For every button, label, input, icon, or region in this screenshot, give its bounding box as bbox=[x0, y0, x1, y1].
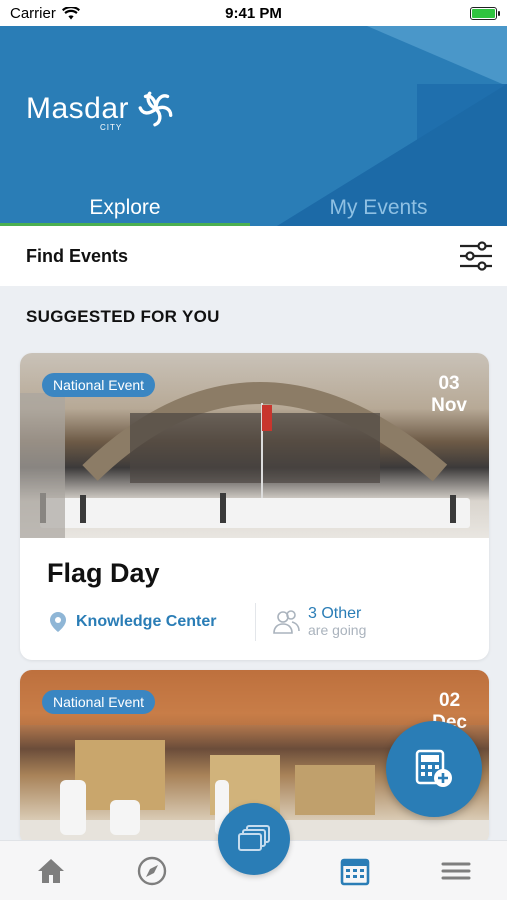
gallery-icon bbox=[238, 825, 270, 851]
nav-explore[interactable] bbox=[122, 849, 182, 893]
nav-home[interactable] bbox=[21, 849, 81, 893]
tab-my-events[interactable]: My Events bbox=[250, 194, 507, 226]
people-icon bbox=[273, 610, 300, 634]
find-events-label: Find Events bbox=[26, 245, 129, 266]
meta-divider bbox=[255, 603, 256, 641]
filter-sliders-icon[interactable] bbox=[459, 241, 493, 271]
event-title: Flag Day bbox=[47, 558, 160, 588]
compass-icon bbox=[137, 856, 167, 885]
event-day: 03 bbox=[438, 373, 460, 394]
event-meta: Knowledge Center 3 Other are going bbox=[50, 603, 469, 641]
menu-icon bbox=[441, 862, 471, 879]
tab-bar: Explore My Events bbox=[0, 194, 507, 226]
nav-menu[interactable] bbox=[426, 849, 486, 893]
event-image: National Event 03 Nov bbox=[20, 353, 489, 538]
gallery-button[interactable] bbox=[218, 803, 290, 875]
location-pin-icon bbox=[50, 612, 66, 632]
battery-icon bbox=[470, 6, 500, 20]
event-location[interactable]: Knowledge Center bbox=[50, 612, 255, 632]
event-category-badge: National Event bbox=[42, 373, 156, 397]
tab-explore[interactable]: Explore bbox=[0, 194, 250, 226]
find-events-bar[interactable]: Find Events bbox=[0, 226, 507, 286]
going-label: are going bbox=[308, 622, 367, 638]
section-title: SUGGESTED FOR YOU bbox=[26, 307, 220, 326]
wifi-icon bbox=[61, 6, 80, 19]
nav-calendar[interactable] bbox=[325, 849, 385, 893]
masdar-logo: Masdar CITY bbox=[26, 88, 177, 132]
event-day: 02 bbox=[439, 690, 461, 711]
calculator-plus-icon bbox=[415, 749, 452, 787]
swirl-logo-icon bbox=[138, 91, 173, 127]
home-icon bbox=[37, 858, 64, 883]
header: Masdar CITY Explore My Events bbox=[0, 26, 507, 226]
add-to-calendar-button[interactable] bbox=[386, 721, 482, 817]
carrier-label: Carrier bbox=[10, 4, 56, 22]
event-month: Nov bbox=[431, 395, 467, 416]
going-count: 3 Other bbox=[308, 605, 362, 622]
calendar-icon bbox=[340, 858, 370, 885]
attendees[interactable]: 3 Other are going bbox=[272, 605, 366, 639]
event-card[interactable]: National Event 03 Nov Flag Day Knowledge… bbox=[20, 353, 489, 660]
event-date: 03 Nov bbox=[431, 373, 467, 417]
status-bar: Carrier 9:41 PM bbox=[0, 0, 507, 26]
event-category-badge: National Event bbox=[42, 690, 156, 714]
